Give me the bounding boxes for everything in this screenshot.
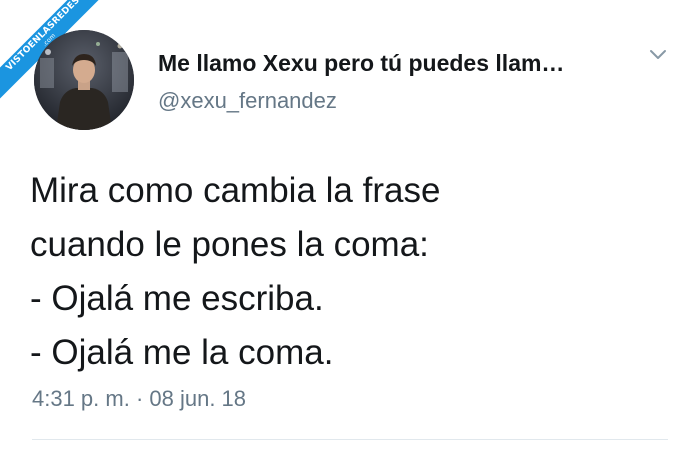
display-name[interactable]: Me llamo Xexu pero tú puedes llam… <box>158 50 564 77</box>
tweet-line: - Ojalá me escriba. <box>30 279 324 318</box>
chevron-down-icon[interactable] <box>648 48 668 62</box>
tweet-timestamp[interactable]: 4:31 p. m. · 08 jun. 18 <box>32 386 246 412</box>
tweet-line: cuando le pones la coma: <box>30 225 429 264</box>
tweet-card: VISTOENLASREDES .com Me llamo Xexu pero … <box>0 0 700 452</box>
divider <box>32 439 668 440</box>
tweet-line: - Ojalá me la coma. <box>30 333 334 372</box>
tweet-line: Mira como cambia la frase <box>30 171 441 210</box>
avatar[interactable] <box>34 30 134 130</box>
user-handle[interactable]: @xexu_fernandez <box>158 88 337 114</box>
tweet-text: Mira como cambia la frase cuando le pone… <box>30 164 670 380</box>
avatar-photo <box>34 30 134 130</box>
